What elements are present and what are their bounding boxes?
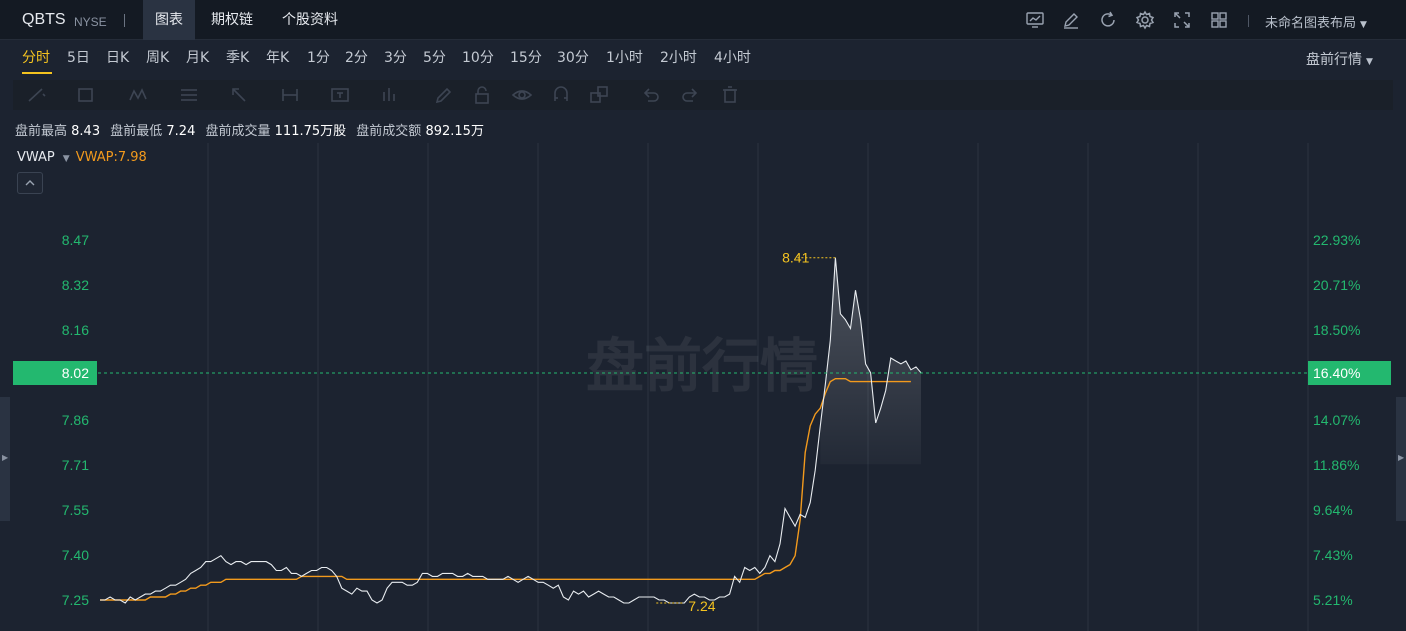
y-axis-pct-label: 14.07% [1313,412,1360,428]
period-intraday[interactable]: 分时 [22,47,50,69]
current-price-text: 8.02 [62,365,89,381]
period-10min[interactable]: 10分 [462,47,494,69]
period-3min[interactable]: 3分 [384,47,407,69]
tab-chart[interactable]: 图表 [143,0,195,40]
volume-label: 盘前成交量 [205,124,271,139]
period-1h[interactable]: 1小时 [606,47,643,69]
trash-icon[interactable] [719,84,741,106]
expand-right-icon: ▶ [2,453,9,462]
y-axis-tick-label: 7.71 [62,457,89,473]
active-period-indicator [22,72,52,74]
undo-icon[interactable] [640,84,662,106]
eye-icon[interactable] [511,84,533,106]
price-line [100,257,922,604]
y-axis-pct-label: 9.64% [1313,502,1353,518]
layout-selector[interactable]: 未命名图表布局 ▼ [1265,12,1367,31]
period-30min[interactable]: 30分 [557,47,589,69]
price-chart[interactable]: 盘前行情 8.47 8.32 8.16 7.86 7.71 7.55 7.40 7.25 22… [0,143,1406,631]
low-value: 7.24 [166,124,196,139]
divider [1248,15,1249,27]
high-value: 8.43 [71,124,101,139]
edit-pen-icon[interactable] [1061,10,1081,30]
max-price-label: 8.41 [782,250,809,266]
fullscreen-icon[interactable] [1172,10,1192,30]
period-5d[interactable]: 5日 [67,47,90,69]
pattern-icon[interactable] [128,84,150,106]
divider [124,14,125,27]
low-label: 盘前最低 [110,124,163,139]
redo-icon[interactable] [679,84,701,106]
min-price-label: 7.24 [688,598,715,614]
text-icon[interactable] [329,84,351,106]
current-pct-text: 16.40% [1313,365,1360,381]
premarket-stats: 盘前最高 8.43 盘前最低 7.24 盘前成交量 111.75万股 盘前成交额… [15,120,490,139]
indicators-icon[interactable] [1025,10,1045,30]
period-month[interactable]: 月K [186,47,209,69]
period-15min[interactable]: 15分 [510,47,542,69]
period-quarter[interactable]: 季K [226,47,249,69]
magnet-icon[interactable] [550,84,572,106]
arrow-icon[interactable] [228,84,250,106]
y-axis-pct-label: 7.43% [1313,547,1353,563]
y-axis-tick-label: 7.40 [62,547,89,563]
period-5min[interactable]: 5分 [423,47,446,69]
exchange-label: NYSE [74,15,107,29]
turnover-value: 892.15万 [425,124,484,139]
y-axis-tick-label: 7.25 [62,592,89,608]
caret-down-icon: ▼ [1366,57,1373,67]
rectangle-icon[interactable] [75,84,97,106]
refresh-icon[interactable] [1098,10,1118,30]
vwap-line [100,377,911,601]
high-label: 盘前最高 [15,124,68,139]
session-dropdown[interactable]: 盘前行情 ▼ [1306,49,1373,69]
clone-icon[interactable] [588,84,610,106]
pencil-icon[interactable] [433,84,455,106]
tab-stock-profile[interactable]: 个股资料 [270,0,350,40]
period-week[interactable]: 周K [146,47,169,69]
top-bar: QBTS NYSE 图表 期权链 个股资料 未命名图表布局 ▼ [0,0,1406,40]
expand-right-icon: ▶ [1398,453,1405,462]
y-axis-tick-label: 8.47 [62,232,89,248]
right-panel-handle[interactable]: ▶ [1396,397,1406,521]
watermark: 盘前行情 [586,332,818,400]
drawing-toolbar [13,80,1393,110]
y-axis-pct-label: 20.71% [1313,277,1360,293]
volume-value: 111.75万股 [274,124,347,139]
period-2h[interactable]: 2小时 [660,47,697,69]
turnover-label: 盘前成交额 [356,124,422,139]
y-axis-tick-label: 7.55 [62,502,89,518]
left-panel-handle[interactable]: ▶ [0,397,10,521]
y-axis-tick-label: 8.32 [62,277,89,293]
layout-name: 未命名图表布局 [1265,16,1357,31]
ticker-symbol: QBTS [22,11,66,28]
fib-icon[interactable] [178,84,200,106]
period-year[interactable]: 年K [266,47,289,69]
trend-line-icon[interactable] [25,84,47,106]
tab-options-chain[interactable]: 期权链 [199,0,265,40]
y-axis-left: 8.47 8.32 8.16 7.86 7.71 7.55 7.40 7.25 [62,232,89,608]
grid-layout-icon[interactable] [1209,10,1229,30]
period-day[interactable]: 日K [106,47,129,69]
measure-icon[interactable] [279,84,301,106]
max-marker: 8.41 [782,250,836,266]
y-axis-pct-label: 11.86% [1313,457,1359,473]
y-axis-tick-label: 7.86 [62,412,89,428]
session-label: 盘前行情 [1306,52,1362,68]
settings-gear-icon[interactable] [1135,10,1155,30]
y-axis-pct-label: 18.50% [1313,322,1360,338]
period-1min[interactable]: 1分 [307,47,330,69]
bar-icon[interactable] [379,84,401,106]
period-4h[interactable]: 4小时 [714,47,751,69]
y-axis-pct-label: 5.21% [1313,592,1353,608]
y-axis-pct-label: 22.93% [1313,232,1360,248]
y-axis-right: 22.93% 20.71% 18.50% 14.07% 11.86% 9.64% 7.43%… [1313,232,1360,608]
y-axis-tick-label: 8.16 [62,322,89,338]
lock-icon[interactable] [471,84,493,106]
caret-down-icon: ▼ [1360,20,1367,30]
period-2min[interactable]: 2分 [345,47,368,69]
